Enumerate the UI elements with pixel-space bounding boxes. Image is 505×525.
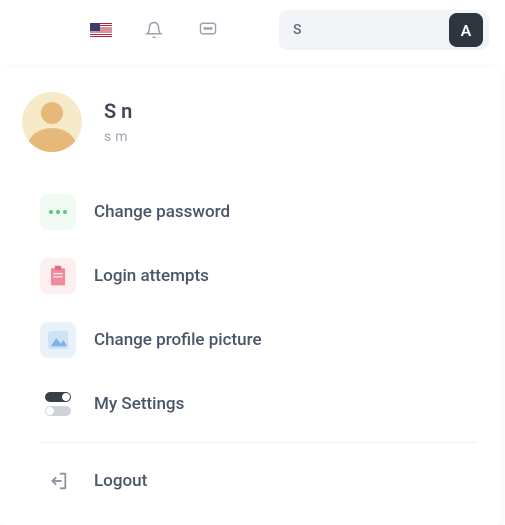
profile-text: S n s m: [104, 99, 132, 145]
bell-icon: [145, 21, 163, 39]
user-dropdown-panel: S n s m Change password: [0, 68, 501, 525]
profile-email: s m: [104, 129, 132, 145]
menu-login-attempts[interactable]: Login attempts: [0, 244, 501, 308]
menu-my-settings[interactable]: My Settings: [0, 372, 501, 436]
topbar: S A: [0, 0, 505, 60]
clipboard-icon: [40, 258, 76, 294]
topbar-user-short-name: S: [293, 22, 301, 38]
dots-icon: [40, 194, 76, 230]
avatar: [22, 92, 82, 152]
image-icon: [40, 322, 76, 358]
toggles-icon: [40, 386, 76, 422]
menu-label: Login attempts: [94, 266, 209, 286]
profile-fullname: S n: [104, 99, 132, 123]
avatar-initial-badge: A: [449, 13, 483, 47]
messages-button[interactable]: [196, 18, 220, 42]
user-menu: Change password Login attempts Change: [0, 174, 501, 513]
logout-icon: [40, 463, 76, 499]
menu-change-password[interactable]: Change password: [0, 180, 501, 244]
menu-logout[interactable]: Logout: [0, 449, 501, 513]
menu-label: My Settings: [94, 394, 184, 414]
user-menu-trigger[interactable]: S A: [279, 10, 489, 50]
menu-label: Change profile picture: [94, 330, 262, 350]
notifications-button[interactable]: [142, 18, 166, 42]
avatar-initial: A: [461, 21, 472, 40]
profile-header: S n s m: [0, 68, 501, 174]
menu-label: Logout: [94, 471, 147, 491]
chat-icon: [198, 21, 218, 39]
flag-us-icon[interactable]: [90, 23, 112, 37]
menu-label: Change password: [94, 202, 230, 222]
menu-change-picture[interactable]: Change profile picture: [0, 308, 501, 372]
menu-separator: [40, 442, 477, 443]
